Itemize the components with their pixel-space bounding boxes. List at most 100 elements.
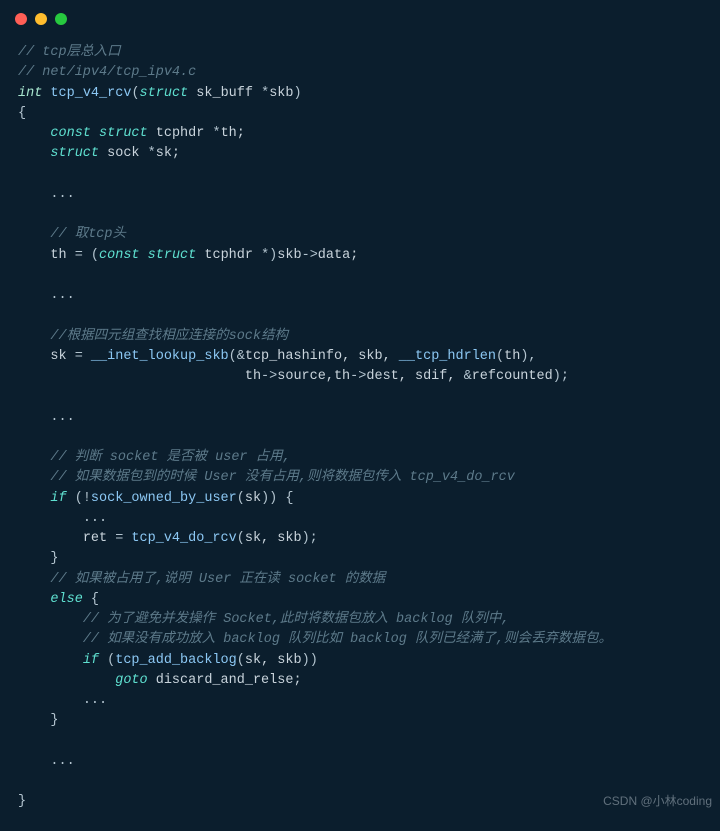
code-token: tcphdr <box>148 126 213 141</box>
maximize-icon[interactable] <box>55 13 67 25</box>
code-line: if (!sock_owned_by_user(sk)) { <box>18 489 702 509</box>
code-token: sock <box>99 146 148 161</box>
code-line: ... <box>18 408 702 428</box>
code-token: sk, skb <box>245 653 302 668</box>
code-line: sk = __inet_lookup_skb(&tcp_hashinfo, sk… <box>18 347 702 367</box>
code-line: th->source,th->dest, sdif, &refcounted); <box>18 367 702 387</box>
code-line: // 如果没有成功放入 backlog 队列比如 backlog 队列已经满了,… <box>18 630 702 650</box>
code-line: // 为了避免并发操作 Socket,此时将数据包放入 backlog 队列中, <box>18 610 702 630</box>
code-token <box>140 248 148 263</box>
code-token: data; <box>318 248 359 263</box>
code-line: ... <box>18 752 702 772</box>
code-token: *) <box>261 248 277 263</box>
code-token: else <box>50 592 82 607</box>
code-line: //根据四元组查找相应连接的sock结构 <box>18 327 702 347</box>
code-token: ... <box>50 410 74 425</box>
code-token <box>18 308 26 323</box>
code-token: = ( <box>75 248 99 263</box>
code-token: th; <box>221 126 245 141</box>
code-token: const <box>50 126 91 141</box>
code-token <box>18 430 26 445</box>
watermark: CSDN @小林coding <box>603 792 712 810</box>
code-token: if <box>83 653 99 668</box>
code-token: ); <box>553 369 569 384</box>
code-line: ... <box>18 185 702 205</box>
code-token <box>18 734 26 749</box>
code-line: // 判断 socket 是否被 user 占用, <box>18 448 702 468</box>
code-token: sk, skb <box>245 531 302 546</box>
code-token <box>18 167 26 182</box>
code-token: // net/ipv4/tcp_ipv4.c <box>18 65 196 80</box>
code-token: __inet_lookup_skb <box>91 349 229 364</box>
code-line: } <box>18 792 702 812</box>
code-token: * <box>261 86 269 101</box>
code-token: ( <box>131 86 139 101</box>
code-token: sk <box>50 349 74 364</box>
code-token: ( <box>237 653 245 668</box>
code-token: // 为了避免并发操作 Socket,此时将数据包放入 backlog 队列中, <box>83 612 510 627</box>
code-token: ), <box>520 349 536 364</box>
code-line: // 如果数据包到的时候 User 没有占用,则将数据包传入 tcp_v4_do… <box>18 468 702 488</box>
code-line: // 取tcp头 <box>18 225 702 245</box>
code-line <box>18 732 702 752</box>
code-line <box>18 306 702 326</box>
code-token: (! <box>75 491 91 506</box>
code-line: ... <box>18 286 702 306</box>
code-token: sk; <box>156 146 180 161</box>
code-token <box>18 207 26 222</box>
code-token: -> <box>261 369 277 384</box>
code-token: refcounted <box>472 369 553 384</box>
code-token: * <box>148 146 156 161</box>
code-token <box>18 389 26 404</box>
code-token: ( <box>237 491 245 506</box>
code-line <box>18 266 702 286</box>
code-token <box>18 774 26 789</box>
minimize-icon[interactable] <box>35 13 47 25</box>
code-line: if (tcp_add_backlog(sk, skb)) <box>18 651 702 671</box>
code-token: ( <box>237 531 245 546</box>
code-token: & <box>464 369 472 384</box>
code-token: ) <box>294 86 302 101</box>
code-token: // 取tcp头 <box>50 227 126 242</box>
code-token: * <box>212 126 220 141</box>
code-token: } <box>50 713 58 728</box>
code-line: ... <box>18 509 702 529</box>
code-token <box>67 491 75 506</box>
code-token: sk_buff <box>196 86 261 101</box>
window-controls <box>0 0 720 33</box>
code-token: // tcp层总入口 <box>18 45 121 60</box>
code-token: tcp_add_backlog <box>115 653 237 668</box>
close-icon[interactable] <box>15 13 27 25</box>
code-line: goto discard_and_relse; <box>18 671 702 691</box>
code-token: ... <box>50 187 74 202</box>
code-token: sock_owned_by_user <box>91 491 237 506</box>
code-token: } <box>50 551 58 566</box>
code-token: } <box>18 794 26 809</box>
code-token: // 如果数据包到的时候 User 没有占用,则将数据包传入 tcp_v4_do… <box>50 470 514 485</box>
code-token: ret <box>83 531 115 546</box>
code-line <box>18 205 702 225</box>
code-token: ... <box>50 754 74 769</box>
code-token: ( <box>496 349 504 364</box>
code-line <box>18 387 702 407</box>
code-token: -> <box>302 248 318 263</box>
code-token: tcphdr <box>196 248 261 263</box>
code-token: -> <box>350 369 366 384</box>
code-line: } <box>18 711 702 731</box>
code-token: struct <box>148 248 197 263</box>
code-token <box>83 592 91 607</box>
code-line: ret = tcp_v4_do_rcv(sk, skb); <box>18 529 702 549</box>
code-line <box>18 165 702 185</box>
code-token: ... <box>83 511 107 526</box>
code-line <box>18 428 702 448</box>
code-token: discard_and_relse; <box>148 673 302 688</box>
code-token <box>99 653 107 668</box>
code-line: else { <box>18 590 702 610</box>
code-token: source,th <box>277 369 350 384</box>
code-token: th <box>504 349 520 364</box>
code-token: { <box>18 106 26 121</box>
code-token: //根据四元组查找相应连接的sock结构 <box>50 329 288 344</box>
code-token: ... <box>83 693 107 708</box>
code-token: goto <box>115 673 147 688</box>
code-line: { <box>18 104 702 124</box>
